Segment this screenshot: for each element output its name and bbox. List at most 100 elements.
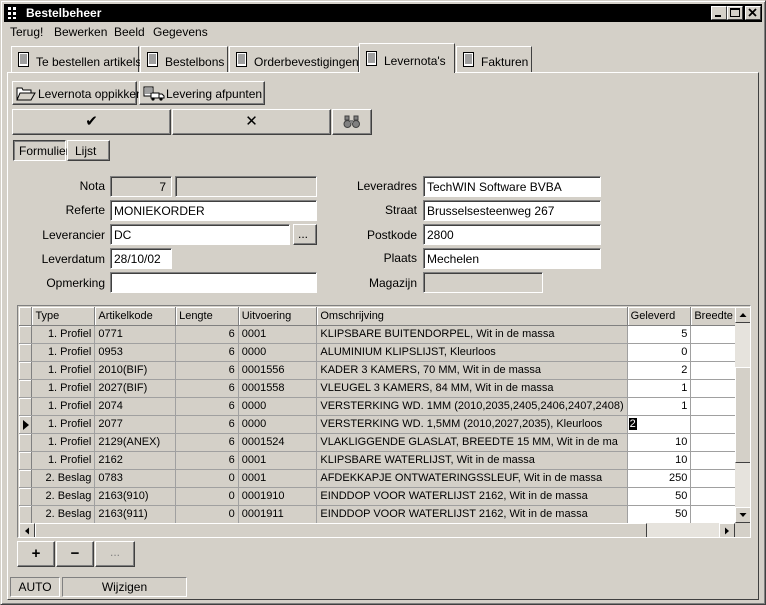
table-row[interactable]: 1. Profiel 2027(BIF) 6 0001558 VLEUGEL 3 KAM… [19,379,750,398]
search-button[interactable] [332,109,372,135]
cell-omschrijving[interactable]: ALUMINIUM KLIPSLIJST, Kleurloos [316,343,628,362]
row-indicator[interactable] [19,361,33,380]
scroll-right-button[interactable] [719,523,735,537]
remove-row-button[interactable]: − [56,541,94,567]
cell-artikelkode[interactable]: 0783 [94,469,177,488]
cell-uitvoering[interactable]: 0000 [238,397,318,416]
cell-geleverd[interactable]: 5 [627,325,692,344]
cell-geleverd[interactable]: 250 [627,469,692,488]
leverancier-browse-button[interactable]: ... [293,224,317,245]
nota-field[interactable]: 7 [110,176,172,197]
cell-uitvoering[interactable]: 0001558 [238,379,318,398]
cell-geleverd[interactable]: 1 [627,397,692,416]
nota-extra-field[interactable] [175,176,317,197]
tab-te-bestellen-artikels[interactable]: Te bestellen artikels [11,46,141,73]
cell-omschrijving[interactable]: KADER 3 KAMERS, 70 MM, Wit in de massa [316,361,628,380]
column-header-type[interactable]: Type [31,307,96,326]
leverdatum-field[interactable]: 28/10/02 [110,248,172,269]
cell-uitvoering[interactable]: 0001524 [238,433,318,452]
cell-artikelkode[interactable]: 2027(BIF) [94,379,177,398]
menu-beeld[interactable]: Beeld [114,25,145,39]
table-row[interactable]: 2. Beslag 2163(910) 0 0001910 EINDDOP VOOR W… [19,487,750,506]
leverancier-field[interactable]: DC [110,224,290,245]
cell-omschrijving[interactable]: VERSTERKING WD. 1MM (2010,2035,2405,2406… [316,397,628,416]
cell-geleverd[interactable]: 10 [627,451,692,470]
cell-lengte[interactable]: 6 [175,451,239,470]
more-options-button[interactable]: ... [95,541,135,567]
tab-levernotas[interactable]: Levernota's [359,43,455,73]
scroll-down-button[interactable] [735,507,750,523]
edit-cursor-value[interactable]: 2 [628,418,637,430]
cell-omschrijving[interactable]: AFDEKKAPJE ONTWATERINGSSLEUF, Wit in de … [316,469,628,488]
horizontal-scroll-thumb[interactable] [35,523,647,537]
scroll-left-button[interactable] [19,523,35,537]
column-header-geleverd[interactable]: Geleverd [627,307,692,326]
vertical-scrollbar[interactable] [735,307,750,523]
lijst-toggle-button[interactable]: Lijst [67,140,110,161]
leveradres-field[interactable]: TechWIN Software BVBA [423,176,601,197]
cell-uitvoering[interactable]: 0000 [238,343,318,362]
row-indicator[interactable] [19,451,33,470]
levering-afpunten-button[interactable]: Levering afpunten [139,81,265,105]
cancel-button[interactable]: ✕ [172,109,331,135]
menu-terug[interactable]: Terug! [10,25,43,39]
row-indicator[interactable] [19,433,33,452]
cell-uitvoering[interactable]: 0001556 [238,361,318,380]
column-header-uitvoering[interactable]: Uitvoering [238,307,318,326]
cell-type[interactable]: 2. Beslag [31,505,96,524]
cell-lengte[interactable]: 0 [175,505,239,524]
cell-lengte[interactable]: 6 [175,415,239,434]
row-indicator[interactable] [19,469,33,488]
cell-uitvoering[interactable]: 0001 [238,451,318,470]
cell-artikelkode[interactable]: 2163(910) [94,487,177,506]
cell-geleverd[interactable]: 0 [627,343,692,362]
row-indicator[interactable] [19,505,33,524]
close-button[interactable] [745,6,761,20]
straat-field[interactable]: Brusselsesteenweg 267 [423,200,601,221]
cell-type[interactable]: 1. Profiel [31,361,96,380]
cell-artikelkode[interactable]: 2129(ANEX) [94,433,177,452]
row-indicator[interactable] [19,415,33,434]
postkode-field[interactable]: 2800 [423,224,601,245]
menu-bewerken[interactable]: Bewerken [54,25,107,39]
cell-type[interactable]: 1. Profiel [31,433,96,452]
cell-lengte[interactable]: 6 [175,361,239,380]
cell-artikelkode[interactable]: 2077 [94,415,177,434]
cell-type[interactable]: 1. Profiel [31,325,96,344]
horizontal-scrollbar[interactable] [19,523,735,537]
cell-uitvoering[interactable]: 0001 [238,469,318,488]
cell-type[interactable]: 1. Profiel [31,451,96,470]
row-indicator[interactable] [19,397,33,416]
cell-type[interactable]: 2. Beslag [31,487,96,506]
column-header-omschrijving[interactable]: Omschrijving [316,307,628,326]
cell-geleverd[interactable]: 50 [627,487,692,506]
cell-geleverd[interactable]: 1 [627,379,692,398]
cell-omschrijving[interactable]: KLIPSBARE BUITENDORPEL, Wit in de massa [316,325,628,344]
cell-type[interactable]: 1. Profiel [31,343,96,362]
cell-lengte[interactable]: 0 [175,487,239,506]
table-row[interactable]: 1. Profiel 2129(ANEX) 6 0001524 VLAKLIGGENDE… [19,433,750,452]
cell-artikelkode[interactable]: 0771 [94,325,177,344]
cell-lengte[interactable]: 0 [175,469,239,488]
cell-geleverd[interactable]: 2 [627,415,692,434]
vertical-scroll-thumb[interactable] [735,367,750,463]
cell-lengte[interactable]: 6 [175,433,239,452]
column-header-artikelkode[interactable]: Artikelkode [94,307,177,326]
levernota-oppikken-button[interactable]: Levernota oppikken [12,81,143,105]
table-row[interactable]: 2. Beslag 2163(911) 0 0001911 EINDDOP VOOR W… [19,505,750,524]
minimize-button[interactable] [711,6,727,20]
row-indicator[interactable] [19,487,33,506]
cell-geleverd[interactable]: 50 [627,505,692,524]
cell-artikelkode[interactable]: 2162 [94,451,177,470]
row-indicator[interactable] [19,379,33,398]
table-row[interactable]: 1. Profiel 0771 6 0001 KLIPSBARE BUITENDORPE… [19,325,750,344]
tab-fakturen[interactable]: Fakturen [456,46,532,73]
magazijn-field[interactable] [423,272,543,293]
cell-artikelkode[interactable]: 2010(BIF) [94,361,177,380]
cell-omschrijving[interactable]: VLEUGEL 3 KAMERS, 84 MM, Wit in de massa [316,379,628,398]
column-header-lengte[interactable]: Lengte [175,307,239,326]
cell-uitvoering[interactable]: 0001 [238,325,318,344]
menu-gegevens[interactable]: Gegevens [153,25,208,39]
cell-omschrijving[interactable]: VLAKLIGGENDE GLASLAT, BREEDTE 15 MM, Wit… [316,433,628,452]
cell-omschrijving[interactable]: VERSTERKING WD. 1,5MM (2010,2027,2035), … [316,415,628,434]
